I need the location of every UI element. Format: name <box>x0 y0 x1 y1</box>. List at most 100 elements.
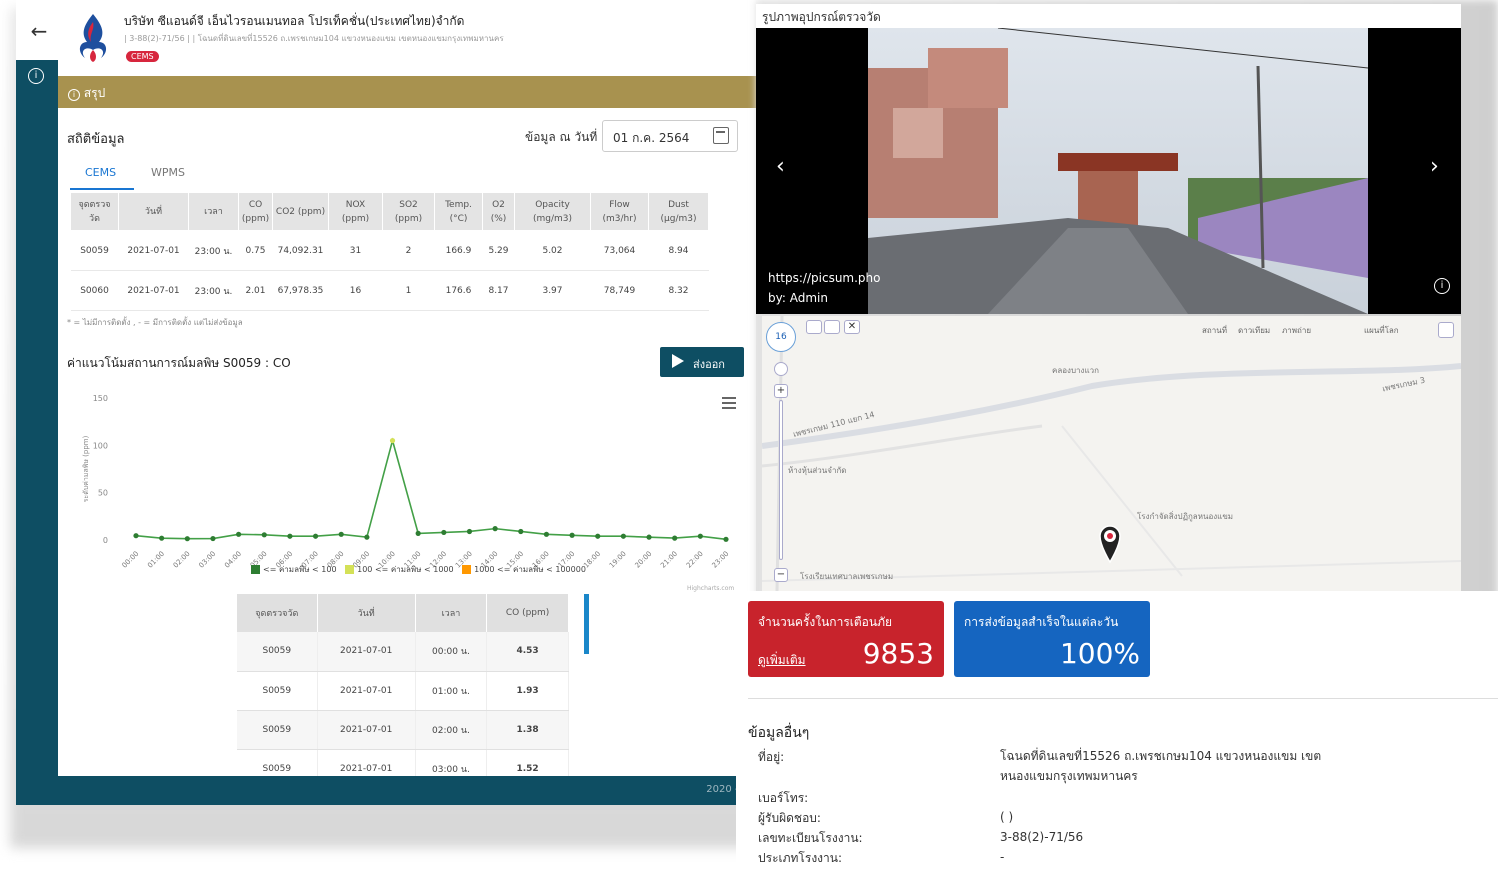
table-header: จุดตรวจวัด <box>70 192 119 231</box>
legend-swatch <box>251 565 260 574</box>
chart-credit[interactable]: Highcharts.com <box>687 585 734 592</box>
tab-cems[interactable]: CEMS <box>85 166 116 179</box>
map-clear-icon[interactable]: ✕ <box>844 320 860 334</box>
pegman-icon[interactable] <box>774 362 788 376</box>
stats-table: จุดตรวจวัด วันที่ เวลา CO (ppm) CO2 (ppm… <box>70 192 709 311</box>
y-tick-label: 50 <box>98 489 108 498</box>
cell-time: 23:00 น. <box>188 230 239 271</box>
company-logo <box>79 14 107 62</box>
zoom-out-icon[interactable]: − <box>774 568 788 582</box>
x-tick-label: 20:00 <box>634 550 654 570</box>
success-rate-value: 100% <box>1059 637 1140 670</box>
chart-title: ค่าแนวโน้มสถานการณ์มลพิษ S0059 : CO <box>67 356 291 370</box>
data-point <box>312 533 319 539</box>
map-type-satellite[interactable]: ดาวเทียม <box>1238 324 1270 342</box>
cell-nox: 16 <box>328 270 383 311</box>
cell-station: S0059 <box>70 230 119 271</box>
attribution-author: by: Admin <box>768 291 828 305</box>
legend-item[interactable]: 100 <= ค่ามลพิษ < 1000 <box>357 565 453 574</box>
map-label: คลองบางแวก <box>1052 366 1099 375</box>
legend-swatch <box>462 565 472 574</box>
tab-underline <box>70 188 134 190</box>
cell-opacity: 3.97 <box>514 270 591 311</box>
export-button[interactable]: ส่งออก <box>660 347 744 377</box>
table-header: CO2 (ppm) <box>272 192 329 231</box>
tab-wpms[interactable]: WPMS <box>151 166 185 179</box>
back-arrow-icon[interactable]: ← <box>28 20 50 42</box>
export-label: ส่งออก <box>693 358 725 371</box>
zoom-slider[interactable] <box>779 400 783 560</box>
x-tick-label: 04:00 <box>223 550 243 570</box>
cell-so2: 2 <box>382 230 435 271</box>
station-photo <box>868 28 1368 314</box>
side-rail <box>16 60 58 776</box>
table-row[interactable]: S0060 2021-07-01 23:00 น. 2.01 67,978.35… <box>70 270 709 311</box>
cell-dust: 8.94 <box>648 230 709 271</box>
zoom-level-text: 16 <box>775 332 787 342</box>
data-point <box>646 534 652 540</box>
table-header: วันที่ <box>317 594 416 632</box>
legend-item[interactable]: <= ค่ามลพิษ < 100 <box>263 565 337 574</box>
info-icon[interactable]: i <box>1434 278 1450 294</box>
map-zoom-level[interactable]: 16 <box>766 322 796 352</box>
cell-temp: 166.9 <box>434 230 483 271</box>
cell-dust: 8.32 <box>648 270 709 311</box>
data-point <box>595 533 601 539</box>
calendar-icon[interactable] <box>713 127 729 144</box>
table-row[interactable]: S0059 2021-07-01 23:00 น. 0.75 74,092.31… <box>70 230 709 271</box>
data-point <box>620 533 626 539</box>
x-tick-label: 02:00 <box>172 550 192 570</box>
address-value: โฉนดที่ดินเลขที่15526 ถ.เพรชเกษม104 แขวง… <box>1000 749 1322 783</box>
cell-station: S0059 <box>237 710 318 750</box>
cell-co: 2.01 <box>238 270 273 311</box>
cell-o2: 5.29 <box>482 230 515 271</box>
data-point <box>415 530 421 536</box>
footer: 2020 - E <box>16 776 756 805</box>
location-map[interactable]: 16 ✕ + − สถานที่ ดาวเทียม ภาพถ่าย แผนที่… <box>762 316 1461 591</box>
table-row[interactable]: S0059 2021-07-01 02:00 น. 1.38 <box>237 710 569 750</box>
table-header: Temp. (°C) <box>434 192 483 231</box>
info-section: จำนวนครั้งในการเตือนภัย ดูเพิ่มเติม 9853… <box>736 591 1498 877</box>
location-pin-icon[interactable] <box>1098 522 1122 564</box>
alert-count-card: จำนวนครั้งในการเตือนภัย ดูเพิ่มเติม 9853 <box>748 601 944 677</box>
data-point <box>697 533 703 539</box>
x-tick-label: 22:00 <box>685 550 705 570</box>
y-tick-label: 100 <box>93 441 108 450</box>
table-row[interactable]: S0059 2021-07-01 01:00 น. 1.93 <box>237 671 569 711</box>
app-root: ← บริษัท ซีแอนด์จี เอ็นไวรอนเมนทอล โปรเท… <box>0 0 1498 877</box>
map-draw-icon[interactable] <box>806 320 822 334</box>
x-tick-label: 19:00 <box>608 550 628 570</box>
table-scrollbar[interactable] <box>584 594 589 654</box>
cems-tag: CEMS <box>126 51 159 62</box>
fullscreen-icon[interactable] <box>1438 322 1454 338</box>
date-label: ข้อมูล ณ วันที่ <box>525 130 598 144</box>
table-row[interactable]: S0059 2021-07-01 00:00 น. 4.53 <box>237 632 569 672</box>
table-header: Opacity (mg/m3) <box>514 192 591 231</box>
next-image-button[interactable]: › <box>1430 154 1439 179</box>
cell-date: 2021-07-01 <box>317 710 416 750</box>
map-type-world[interactable]: แผนที่โลก <box>1364 324 1399 342</box>
factory-type-value: - <box>1000 850 1005 864</box>
x-tick-label: 21:00 <box>659 550 679 570</box>
date-picker[interactable]: 01 ก.ค. 2564 <box>602 120 738 152</box>
photo-title: รูปภาพอุปกรณ์ตรวจวัด <box>762 10 881 24</box>
photo-carousel[interactable]: ‹ › https://picsum.pho by: Admin i <box>756 28 1461 314</box>
dashboard-panel: ← บริษัท ซีแอนด์จี เอ็นไวรอนเมนทอล โปรเท… <box>16 0 756 805</box>
data-point <box>441 529 447 536</box>
factory-type-label: ประเภทโรงงาน: <box>758 851 843 865</box>
prev-image-button[interactable]: ‹ <box>776 154 785 179</box>
map-type-place[interactable]: สถานที่ <box>1202 324 1227 342</box>
map-type-photo[interactable]: ภาพถ่าย <box>1282 324 1311 342</box>
data-point <box>338 531 344 537</box>
attribution-url[interactable]: https://picsum.pho <box>768 268 881 288</box>
data-point <box>466 528 473 535</box>
legend-item[interactable]: 1000 <= ค่ามลพิษ < 100000 <box>474 565 586 574</box>
info-icon[interactable]: i <box>28 68 44 84</box>
cell-temp: 176.6 <box>434 270 483 311</box>
cell-flow: 73,064 <box>590 230 649 271</box>
see-more-link[interactable]: ดูเพิ่มเติม <box>758 651 806 670</box>
map-select-icon[interactable] <box>824 320 840 334</box>
summary-label[interactable]: i สรุป <box>68 84 105 103</box>
table-header: เวลา <box>188 192 239 231</box>
zoom-in-icon[interactable]: + <box>774 384 788 398</box>
